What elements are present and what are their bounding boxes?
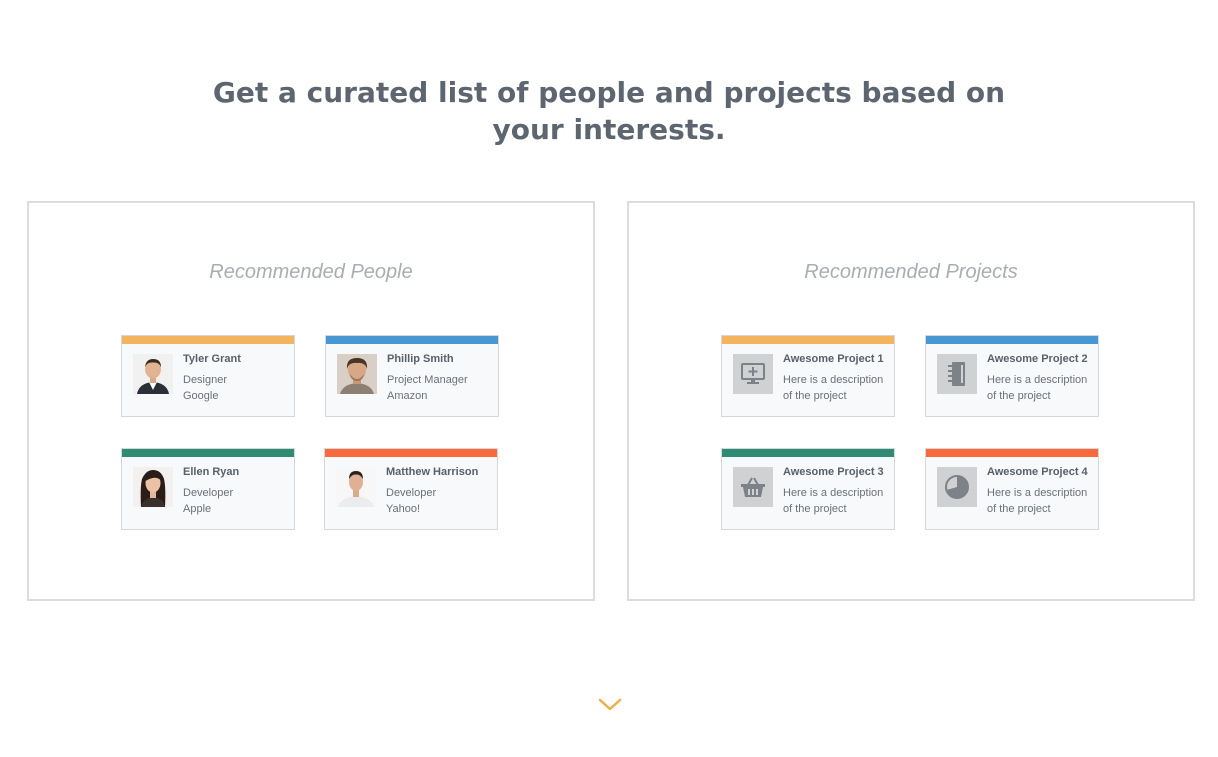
card-accent-bar <box>926 336 1098 344</box>
avatar <box>337 354 377 394</box>
person-name: Tyler Grant <box>183 353 241 365</box>
person-name: Matthew Harrison <box>386 466 479 478</box>
avatar <box>133 467 173 507</box>
person-role: Developer <box>183 487 234 499</box>
pie-chart-icon <box>937 467 977 507</box>
project-name: Awesome Project 4 <box>987 466 1088 478</box>
project-name: Awesome Project 2 <box>987 353 1088 365</box>
headline-line-2: your interests. <box>492 113 726 146</box>
project-card-4[interactable]: Awesome Project 4 Here is a description … <box>925 448 1099 530</box>
project-description-cont: of the project <box>783 390 847 402</box>
notebook-icon <box>937 354 977 394</box>
chevron-down-icon[interactable] <box>598 698 622 712</box>
avatar <box>336 467 376 507</box>
headline: Get a curated list of people and project… <box>0 74 1218 148</box>
panel-title-people: Recommended People <box>209 261 413 283</box>
card-accent-bar <box>326 336 498 344</box>
card-accent-bar <box>722 336 894 344</box>
person-card-tyler-grant[interactable]: Tyler Grant Designer Google <box>121 335 295 417</box>
project-description-cont: of the project <box>987 390 1051 402</box>
project-card-3[interactable]: Awesome Project 3 Here is a description … <box>721 448 895 530</box>
person-card-ellen-ryan[interactable]: Ellen Ryan Developer Apple <box>121 448 295 530</box>
person-company: Apple <box>183 503 212 515</box>
card-accent-bar <box>122 449 294 457</box>
monitor-icon <box>733 354 773 394</box>
person-company: Yahoo! <box>386 503 421 515</box>
person-role: Developer <box>386 487 437 499</box>
project-description: Here is a description <box>987 374 1088 386</box>
person-role: Project Manager <box>387 374 468 386</box>
person-company: Google <box>183 390 219 402</box>
project-description: Here is a description <box>783 374 884 386</box>
person-company: Amazon <box>387 390 428 402</box>
project-name: Awesome Project 3 <box>783 466 884 478</box>
project-description-cont: of the project <box>783 503 847 515</box>
person-card-phillip-smith[interactable]: Phillip Smith Project Manager Amazon <box>325 335 499 417</box>
card-accent-bar <box>926 449 1098 457</box>
person-role: Designer <box>183 374 228 386</box>
avatar <box>133 354 173 394</box>
project-description: Here is a description <box>783 487 884 499</box>
person-card-matthew-harrison[interactable]: Matthew Harrison Developer Yahoo! <box>324 448 498 530</box>
headline-line-1: Get a curated list of people and project… <box>212 76 1006 109</box>
panel-title-projects: Recommended Projects <box>804 261 1018 283</box>
project-description: Here is a description <box>987 487 1088 499</box>
project-description-cont: of the project <box>987 503 1051 515</box>
person-name: Phillip Smith <box>387 353 454 365</box>
project-name: Awesome Project 1 <box>783 353 884 365</box>
recommended-projects-panel: Recommended Projects Awesome Project 1 H… <box>627 201 1195 601</box>
person-name: Ellen Ryan <box>183 466 240 478</box>
project-card-2[interactable]: Awesome Project 2 Here is a description … <box>925 335 1099 417</box>
project-card-1[interactable]: Awesome Project 1 Here is a description … <box>721 335 895 417</box>
recommended-people-panel: Recommended People Tyler Grant Designer … <box>27 201 595 601</box>
card-accent-bar <box>122 336 294 344</box>
card-accent-bar <box>325 449 497 457</box>
card-accent-bar <box>722 449 894 457</box>
basket-icon <box>733 467 773 507</box>
